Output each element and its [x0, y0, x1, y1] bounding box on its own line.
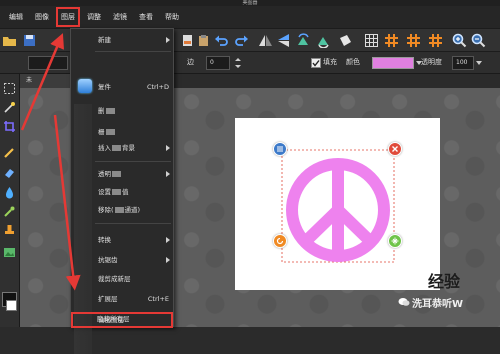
watermark: 经验 洗耳恭听W	[350, 256, 500, 326]
arrow-to-export-layer	[53, 114, 81, 291]
watermark-text: 洗耳恭听W	[412, 299, 464, 310]
watermark-brand: 经验	[428, 272, 461, 291]
wechat-icon	[398, 298, 410, 306]
